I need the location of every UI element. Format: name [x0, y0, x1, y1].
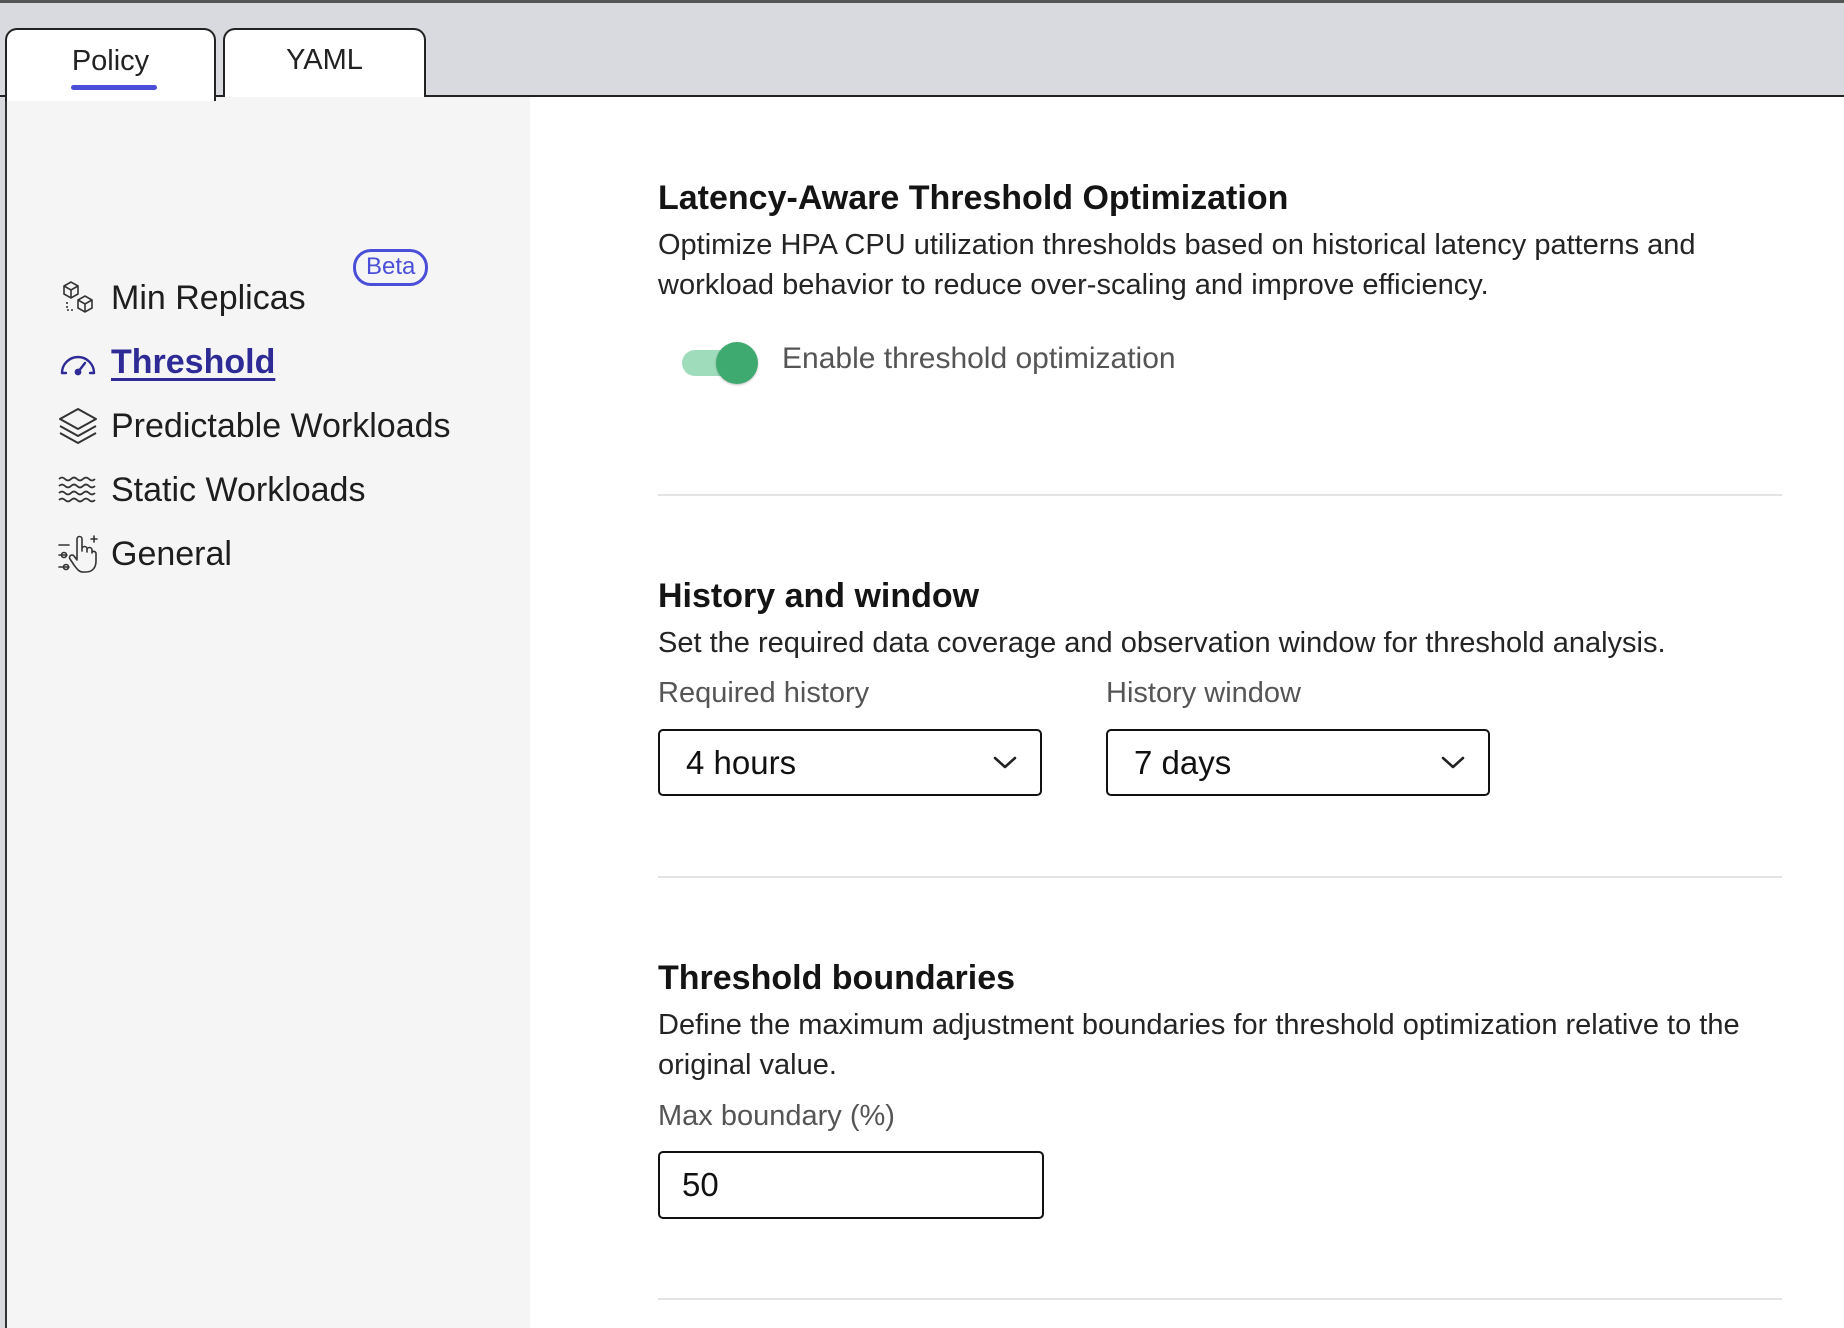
tab-yaml[interactable]: YAML	[223, 28, 426, 99]
main-content: Latency-Aware Threshold Optimization Opt…	[530, 97, 1844, 1328]
sidebar-item-label: Min Replicas	[111, 278, 306, 317]
sidebar-item-label: Threshold	[111, 342, 276, 381]
history-window-select[interactable]: 7 days	[1106, 729, 1490, 796]
tab-active-indicator	[71, 85, 157, 90]
toggle-knob	[716, 342, 758, 384]
sidebar-item-threshold[interactable]: Threshold	[55, 335, 275, 389]
beta-badge: Beta	[353, 249, 429, 286]
section-description-optimization: Optimize HPA CPU utilization thresholds …	[658, 229, 1696, 301]
tab-policy[interactable]: Policy	[5, 28, 216, 101]
tab-policy-label: Policy	[71, 45, 150, 77]
enable-threshold-optimization-toggle[interactable]	[682, 340, 758, 384]
section-description-history: Set the required data coverage and obser…	[658, 627, 1666, 659]
section-divider	[658, 1298, 1782, 1300]
sidebar-item-predictable-workloads[interactable]: Predictable Workloads	[55, 399, 451, 453]
required-history-select[interactable]: 4 hours	[658, 729, 1042, 796]
history-window-label: History window	[1106, 677, 1301, 709]
toggle-label: Enable threshold optimization	[782, 342, 1176, 375]
section-divider	[658, 494, 1782, 496]
section-title-history: History and window	[658, 577, 980, 615]
sidebar-item-label: General	[111, 534, 232, 573]
max-boundary-input[interactable]: 50	[658, 1151, 1044, 1219]
left-rail	[0, 97, 7, 1328]
sidebar-item-label: Static Workloads	[111, 470, 366, 509]
chevron-down-icon	[992, 753, 1018, 776]
sidebar-item-static-workloads[interactable]: Static Workloads	[55, 463, 365, 517]
tab-bar: Policy YAML	[0, 3, 1844, 101]
history-window-value: 7 days	[1134, 743, 1232, 781]
cubes-icon	[55, 275, 101, 321]
required-history-value: 4 hours	[686, 743, 797, 781]
hand-pointer-sliders-icon	[55, 531, 101, 577]
sidebar-item-label: Predictable Workloads	[111, 406, 451, 445]
sidebar-item-min-replicas[interactable]: Min Replicas	[55, 271, 306, 325]
section-title-optimization: Latency-Aware Threshold Optimization	[658, 179, 1289, 217]
max-boundary-label: Max boundary (%)	[658, 1100, 895, 1132]
gauge-icon	[55, 339, 101, 385]
tab-yaml-label: YAML	[286, 44, 363, 76]
waves-icon	[55, 467, 101, 513]
section-description-boundaries: Define the maximum adjustment boundaries…	[658, 1009, 1740, 1081]
chevron-down-icon	[1440, 753, 1466, 776]
sidebar: Min Replicas Threshold Beta Predictable …	[7, 97, 530, 1328]
section-title-boundaries: Threshold boundaries	[658, 959, 1016, 997]
sidebar-item-general[interactable]: General	[55, 527, 232, 581]
section-divider	[658, 876, 1782, 878]
layers-icon	[55, 403, 101, 449]
required-history-label: Required history	[658, 677, 870, 709]
